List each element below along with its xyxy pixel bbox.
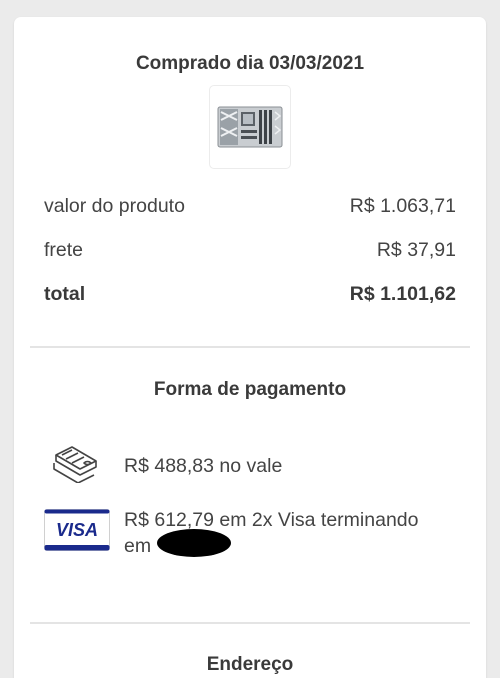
shipping-row: frete R$ 37,91 [44,239,456,262]
product-thumbnail[interactable] [209,85,291,169]
card-payment-line1: R$ 612,79 em 2x Visa terminando [124,509,419,531]
motherboard-image [217,106,283,148]
total-row: total R$ 1.101,62 [44,283,456,306]
redacted-card-digits [157,529,232,557]
address-section-title: Endereço [206,654,294,675]
payment-section-title: Forma de pagamento [153,379,347,400]
shipping-label: frete [44,239,84,261]
card-payment-text: R$ 612,79 em 2x Visa terminando em [124,507,418,561]
product-value-amount: R$ 1.063,71 [349,195,456,217]
voucher-payment-text: R$ 488,83 no vale [124,455,283,477]
visa-card-icon: VISA [44,509,110,556]
purchase-date-title: Comprado dia 03/03/2021 [135,53,365,74]
shipping-amount: R$ 37,91 [376,239,456,261]
product-value-row: valor do produto R$ 1.063,71 [44,195,456,218]
visa-logo-text: VISA [56,520,98,540]
purchase-detail-card: Comprado dia 03/03/2021 valor do produto… [14,17,486,678]
card-payment-line2-text: em [124,535,152,558]
total-amount: R$ 1.101,62 [349,283,456,305]
voucher-icon [50,443,102,488]
section-divider [30,346,470,348]
section-divider-2 [30,622,470,624]
card-payment-line2: em [124,529,418,561]
total-label: total [44,283,86,305]
product-value-label: valor do produto [44,195,185,217]
